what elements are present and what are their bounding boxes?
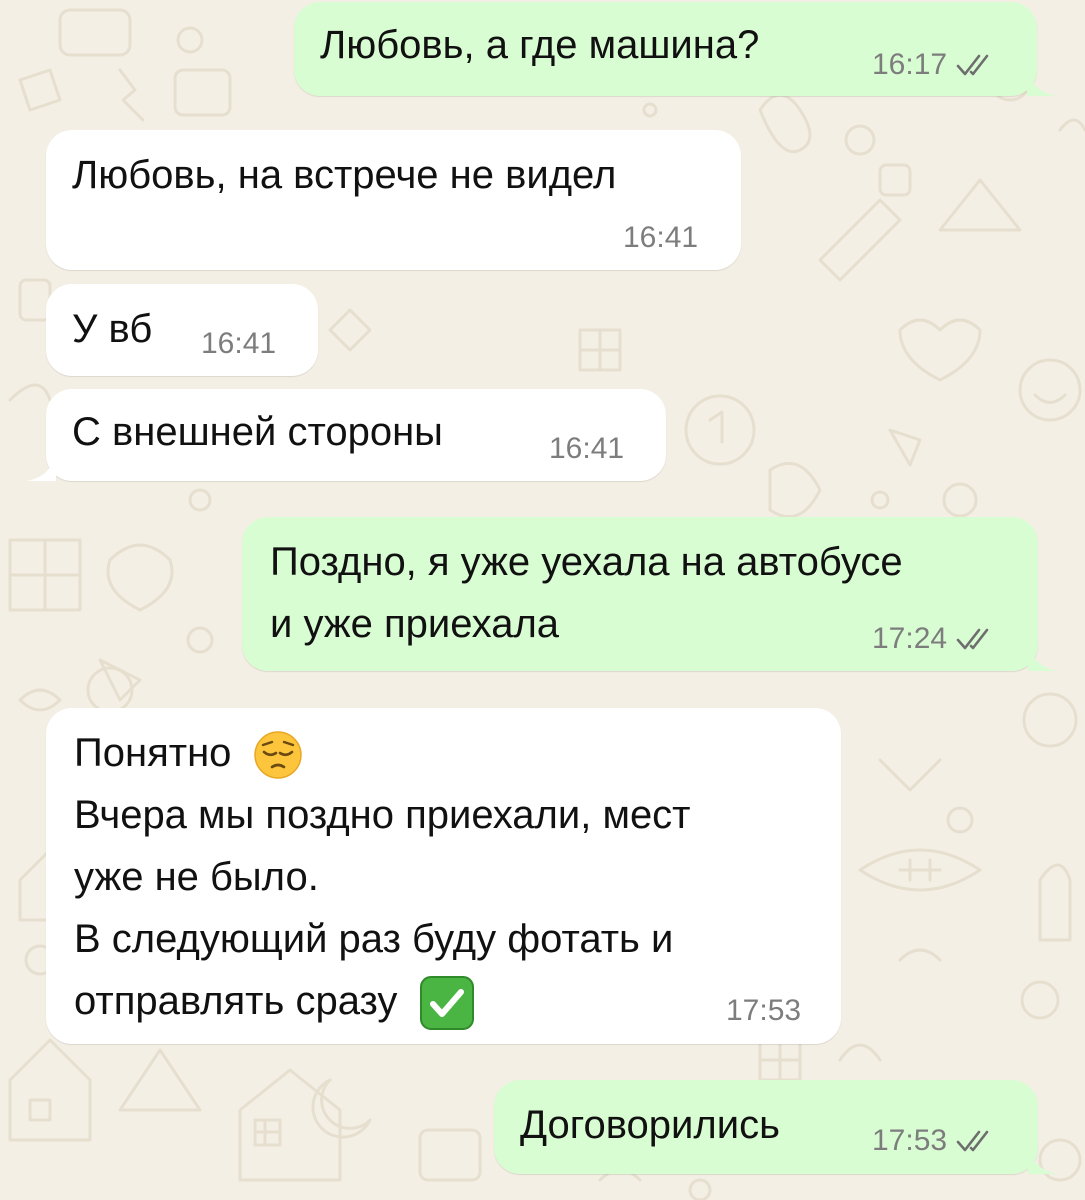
message-meta: 17:24 [872,624,993,654]
double-check-icon [956,628,989,650]
outgoing-message-bubble[interactable]: Поздно, я уже уехала на автобусе и уже п… [242,517,1058,671]
chat-thread[interactable]: Любовь, а где машина? 16:17 Любовь, на в… [0,0,1085,1200]
message-text: Договорились [520,1103,780,1147]
message-meta: 16:41 [549,434,624,464]
message-timestamp: 16:41 [549,432,625,465]
incoming-message-bubble[interactable]: Любовь, на встрече не видел 16:41 [46,130,741,270]
message-line: В следующий раз буду фотать и [74,917,674,961]
outgoing-message-bubble[interactable]: Любовь, а где машина? 16:17 [294,2,1057,96]
message-meta: 17:53 [872,1126,993,1156]
incoming-message-bubble[interactable]: У вб 16:41 [46,284,318,376]
message-meta: 16:41 [201,329,276,359]
message-line: Понятно [74,722,691,784]
message-text: Любовь, а где машина? [320,23,760,67]
message-meta: 17:53 [726,996,801,1026]
message-timestamp: 16:41 [623,221,699,254]
pensive-face-emoji [253,731,302,780]
message-timestamp: 17:53 [872,1124,948,1157]
message-line: уже не было. [74,855,319,899]
message-text: Любовь, на встрече не видел [72,153,617,197]
message-timestamp: 16:17 [872,48,948,81]
message-text: У вб [72,307,153,351]
message-meta: 16:17 [872,50,993,80]
message-timestamp: 17:24 [872,622,948,655]
bubble-tail [26,451,56,481]
double-check-icon [956,54,989,76]
message-line: Вчера мы поздно приехали, мест [74,793,691,837]
message-text: С внешней стороны [72,410,443,454]
incoming-message-bubble[interactable]: С внешней стороны 16:41 [26,389,666,481]
bubble-tail [1027,66,1057,96]
message-timestamp: 16:41 [201,327,277,360]
check-mark-button-emoji [419,976,474,1031]
message-timestamp: 17:53 [726,994,802,1027]
message-text: Понятно Вчера мы поздно приехали, мест у… [74,722,691,1032]
message-meta: 16:41 [623,223,698,253]
message-line: отправлять сразу [74,970,691,1032]
bubble-tail [1028,1144,1058,1174]
outgoing-message-bubble[interactable]: Договорились 17:53 [494,1080,1058,1174]
incoming-message-bubble[interactable]: Понятно Вчера мы поздно приехали, мест у… [46,708,841,1044]
message-text: Поздно, я уже уехала на автобусе и уже п… [270,540,903,646]
double-check-icon [956,1130,989,1152]
bubble-tail [1028,641,1058,671]
